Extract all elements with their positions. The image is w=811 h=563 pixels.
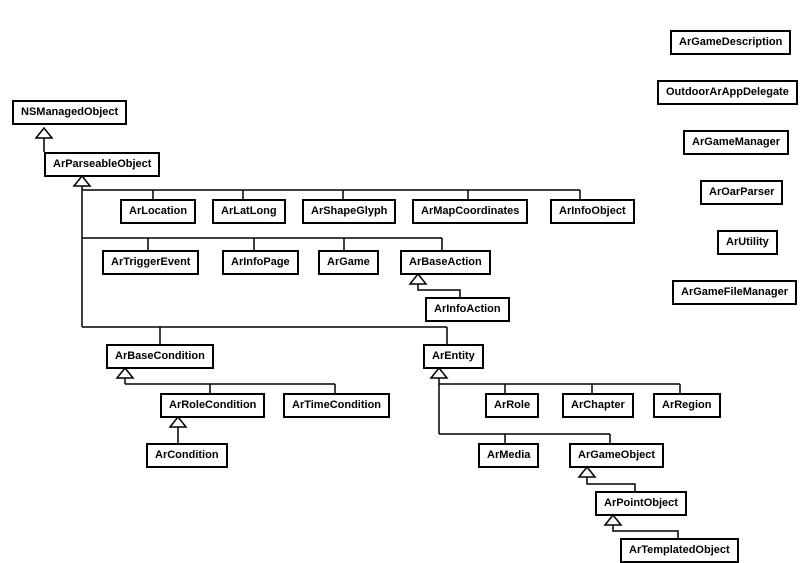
- class-outdoorarappdelegate: OutdoorArAppDelegate: [657, 80, 798, 105]
- class-artemplatedobject: ArTemplatedObject: [620, 538, 739, 563]
- class-arlocation: ArLocation: [120, 199, 196, 224]
- class-armapcoordinates: ArMapCoordinates: [412, 199, 528, 224]
- class-arinfopage: ArInfoPage: [222, 250, 299, 275]
- class-arpointobject: ArPointObject: [595, 491, 687, 516]
- diagram-canvas: NSManagedObject ArParseableObject ArLoca…: [0, 0, 811, 563]
- class-aroarparser: ArOarParser: [700, 180, 783, 205]
- class-argamefilemanager: ArGameFileManager: [672, 280, 797, 305]
- class-arrolecondition: ArRoleCondition: [160, 393, 265, 418]
- class-artriggerevent: ArTriggerEvent: [102, 250, 199, 275]
- class-arparseableobject: ArParseableObject: [44, 152, 160, 177]
- class-arentity: ArEntity: [423, 344, 484, 369]
- class-arinfoobject: ArInfoObject: [550, 199, 635, 224]
- class-archapter: ArChapter: [562, 393, 634, 418]
- class-arutility: ArUtility: [717, 230, 778, 255]
- class-armedia: ArMedia: [478, 443, 539, 468]
- class-arlatlong: ArLatLong: [212, 199, 286, 224]
- class-arrole: ArRole: [485, 393, 539, 418]
- class-arinfoaction: ArInfoAction: [425, 297, 510, 322]
- class-arregion: ArRegion: [653, 393, 721, 418]
- class-argameobject: ArGameObject: [569, 443, 664, 468]
- class-arbaseaction: ArBaseAction: [400, 250, 491, 275]
- class-arcondition: ArCondition: [146, 443, 228, 468]
- class-argamemanager: ArGameManager: [683, 130, 789, 155]
- class-artimecondition: ArTimeCondition: [283, 393, 390, 418]
- class-nsmanagedobject: NSManagedObject: [12, 100, 127, 125]
- class-argame: ArGame: [318, 250, 379, 275]
- class-argamedescription: ArGameDescription: [670, 30, 791, 55]
- class-arshapeglyph: ArShapeGlyph: [302, 199, 396, 224]
- class-arbasecondition: ArBaseCondition: [106, 344, 214, 369]
